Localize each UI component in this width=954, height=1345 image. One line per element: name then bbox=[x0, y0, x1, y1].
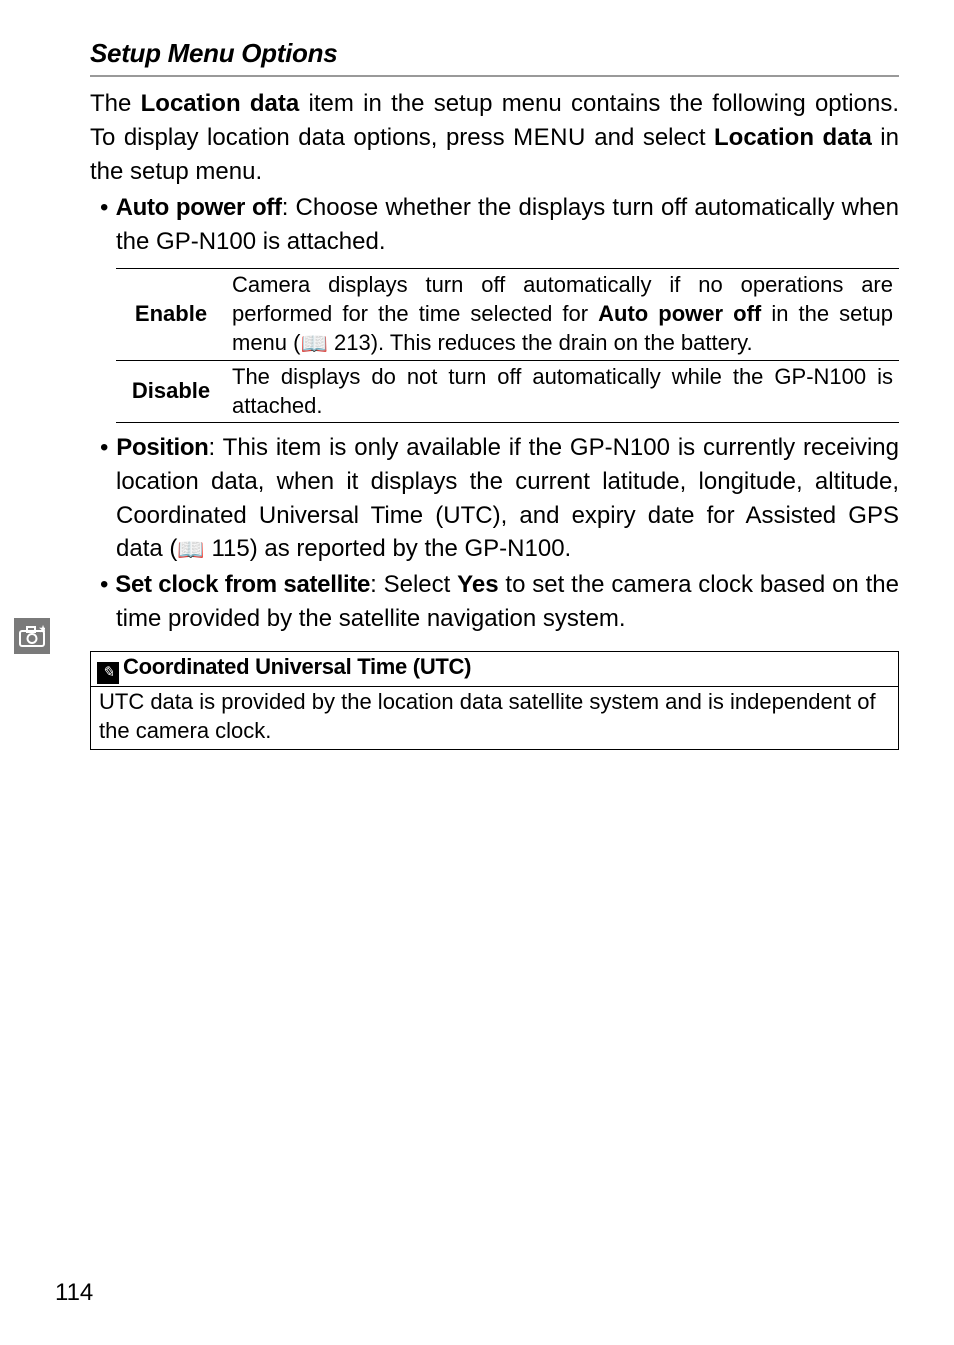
text-bold: Yes bbox=[457, 571, 498, 598]
text-bold: Location data bbox=[141, 90, 300, 117]
pencil-icon: ✎ bbox=[97, 662, 119, 684]
text-bold: Auto power off bbox=[598, 301, 761, 326]
option-desc: Camera displays turn off automatically i… bbox=[226, 269, 899, 361]
heading-rule bbox=[90, 75, 899, 77]
text-bold: Location data bbox=[714, 124, 872, 151]
bullet-title: Set clock from satellite bbox=[115, 571, 370, 598]
option-desc: The displays do not turn off automatical… bbox=[226, 361, 899, 423]
note-box: ✎Coordinated Universal Time (UTC) UTC da… bbox=[90, 651, 899, 750]
table-row: Enable Camera displays turn off automati… bbox=[116, 269, 899, 361]
note-title: Coordinated Universal Time (UTC) bbox=[123, 654, 471, 679]
page-number: 114 bbox=[55, 1279, 93, 1307]
svg-text:★: ★ bbox=[39, 625, 45, 634]
option-label-enable: Enable bbox=[116, 269, 226, 361]
side-tab-camera-icon: ★ bbox=[14, 618, 50, 654]
note-body: UTC data is provided by the location dat… bbox=[91, 687, 898, 749]
section-heading: Setup Menu Options bbox=[90, 38, 899, 69]
bullet-text: : Select bbox=[370, 571, 457, 598]
text: and select bbox=[586, 124, 714, 151]
book-icon: 📖 bbox=[300, 331, 327, 356]
bullet-position: Position: This item is only available if… bbox=[90, 431, 899, 566]
text: 213). This reduces the drain on the batt… bbox=[328, 330, 753, 355]
menu-glyph: MENU bbox=[513, 124, 586, 151]
bullet-title: Auto power off bbox=[116, 194, 282, 221]
bullet-text: 115) as reported by the GP-N100. bbox=[205, 535, 571, 562]
note-heading: ✎Coordinated Universal Time (UTC) bbox=[91, 652, 898, 687]
intro-paragraph: The Location data item in the setup menu… bbox=[90, 87, 899, 189]
book-icon: 📖 bbox=[177, 537, 204, 562]
bullet-auto-power-off: Auto power off: Choose whether the displ… bbox=[90, 191, 899, 423]
table-row: Disable The displays do not turn off aut… bbox=[116, 361, 899, 423]
bullet-title: Position bbox=[116, 434, 208, 461]
options-table: Enable Camera displays turn off automati… bbox=[116, 268, 899, 423]
option-label-disable: Disable bbox=[116, 361, 226, 423]
bullet-set-clock: Set clock from satellite: Select Yes to … bbox=[90, 568, 899, 635]
text: The bbox=[90, 90, 141, 117]
